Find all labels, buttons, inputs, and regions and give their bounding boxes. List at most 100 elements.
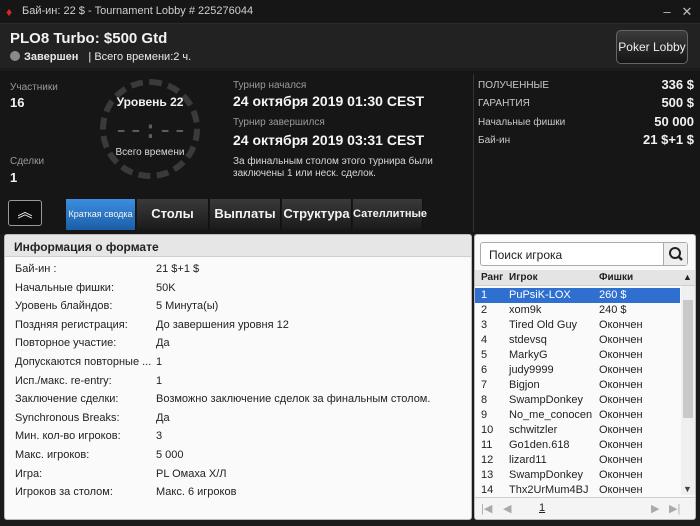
tab-structure[interactable]: Структура <box>282 199 352 230</box>
format-row-value: 3 <box>156 430 163 443</box>
stat-row-starting-chips: Начальные фишки 50 000 <box>478 114 694 132</box>
player-row[interactable]: 7 Bigjon Окончен <box>475 378 680 393</box>
player-chips: Окончен <box>599 379 643 391</box>
format-row-value: 1 <box>156 374 163 387</box>
player-name: MarkyG <box>509 349 548 361</box>
level-label: Уровень 22 <box>116 95 184 109</box>
format-row-label: Повторное участие: <box>15 337 117 350</box>
level-timer: --:-- <box>113 115 187 145</box>
tab-tables[interactable]: Столы <box>137 199 209 230</box>
player-name: schwitzler <box>509 424 558 436</box>
player-row[interactable]: 13 SwampDonkey Окончен <box>475 468 680 483</box>
player-name: Bigjon <box>509 379 540 391</box>
search-placeholder: Поиск игрока <box>489 248 563 262</box>
scroll-down-icon[interactable]: ▼ <box>683 484 692 494</box>
ended-value: 24 октября 2019 03:31 CEST <box>233 132 425 148</box>
close-icon[interactable]: ✕ <box>678 3 696 21</box>
tab-summary[interactable]: Краткая сводка <box>66 199 136 230</box>
title-bar: ♦ Бай-ин: 22 $ - Tournament Lobby # 2252… <box>0 0 700 24</box>
format-row-value: PL Омаха Х/Л <box>156 467 227 480</box>
format-row-value: Да <box>156 337 170 350</box>
player-chips: Окончен <box>599 334 643 346</box>
total-time-label: | Всего времени:2 ч. <box>88 51 192 63</box>
player-rank: 9 <box>481 409 488 421</box>
players-scrollbar-thumb[interactable] <box>683 300 693 418</box>
deal-note-line2: заключены 1 или неск. сделок. <box>233 168 376 179</box>
player-rank: 4 <box>481 334 488 346</box>
player-row[interactable]: 10 schwitzler Окончен <box>475 423 680 438</box>
player-rank: 11 <box>481 439 493 451</box>
player-row[interactable]: 11 Go1den.618 Окончен <box>475 438 680 453</box>
player-row[interactable]: 3 Tired Old Guy Окончен <box>475 318 680 333</box>
format-row-value: 21 $+1 $ <box>156 263 200 275</box>
player-chips: Окончен <box>599 454 643 466</box>
format-row: Заключение сделки: Возможно заключение сд… <box>5 390 471 408</box>
prev-page-icon[interactable]: ◀ <box>503 502 511 515</box>
deals-value: 1 <box>10 170 18 185</box>
format-row-label: Мин. кол-во игроков: <box>15 430 121 443</box>
player-row[interactable]: 6 judy9999 Окончен <box>475 363 680 378</box>
search-button[interactable] <box>663 243 687 265</box>
last-page-icon[interactable]: ▶| <box>669 502 680 515</box>
player-chips: 260 $ <box>599 289 627 301</box>
column-player[interactable]: Игрок <box>509 272 538 283</box>
player-name: stdevsq <box>509 334 547 346</box>
format-row: Начальные фишки: 50K <box>5 279 471 297</box>
tournament-header: PLO8 Turbo: $500 Gtd Завершен | Всего вре… <box>0 24 700 68</box>
page-number[interactable]: 1 <box>539 502 545 514</box>
player-name: judy9999 <box>509 364 554 376</box>
format-row: Допускаются повторные ... 1 <box>5 353 471 371</box>
ended-label: Турнир завершился <box>233 117 325 128</box>
column-chips[interactable]: Фишки <box>599 272 633 283</box>
player-chips: Окончен <box>599 484 643 496</box>
format-row-value: Возможно заключение сделок за финальным … <box>156 393 431 406</box>
chevron-up-icon: ︽ <box>17 204 33 221</box>
stat-value: 50 000 <box>654 114 694 129</box>
minimize-icon[interactable]: – <box>658 3 676 21</box>
status-label: Завершен <box>24 51 79 63</box>
stat-label: Бай-ин <box>478 135 511 146</box>
total-time-caption: Всего времени <box>115 147 185 158</box>
player-row[interactable]: 12 lizard11 Окончен <box>475 453 680 468</box>
player-name: xom9k <box>509 304 542 316</box>
first-page-icon[interactable]: |◀ <box>481 502 492 515</box>
window-title: Бай-ин: 22 $ - Tournament Lobby # 225276… <box>22 5 254 17</box>
player-rank: 12 <box>481 454 494 466</box>
player-name: SwampDonkey <box>509 469 583 481</box>
deal-note-line1: За финальным столом этого турнира были <box>233 156 433 167</box>
next-page-icon[interactable]: ▶ <box>651 502 659 515</box>
player-row[interactable]: 8 SwampDonkey Окончен <box>475 393 680 408</box>
stat-value: 21 $+1 $ <box>643 132 694 147</box>
format-row-value: 5 000 <box>156 449 184 461</box>
format-row: Игроков за столом: Макс. 6 игроков <box>5 483 471 501</box>
player-row[interactable]: 1 PuPsiK-LOX 260 $ <box>475 288 680 303</box>
player-chips: Окончен <box>599 319 643 331</box>
scroll-up-icon[interactable]: ▲ <box>683 272 692 282</box>
stat-row-guarantee: ГАРАНТИЯ 500 $ <box>478 95 694 113</box>
started-label: Турнир начался <box>233 80 307 91</box>
poker-lobby-button[interactable]: Poker Lobby <box>616 30 688 64</box>
stat-label: ГАРАНТИЯ <box>478 98 530 109</box>
player-row[interactable]: 2 xom9k 240 $ <box>475 303 680 318</box>
format-row: Макс. игроков: 5 000 <box>5 446 471 464</box>
player-row[interactable]: 4 stdevsq Окончен <box>475 333 680 348</box>
player-row[interactable]: 5 MarkyG Окончен <box>475 348 680 363</box>
format-row-label: Игра: <box>15 467 43 480</box>
tab-payouts[interactable]: Выплаты <box>210 199 281 230</box>
format-row: Уровень блайндов: 5 Минута(ы) <box>5 297 471 315</box>
player-search-input[interactable]: Поиск игрока <box>480 242 688 266</box>
collapse-button[interactable]: ︽ <box>8 200 42 226</box>
player-chips: Окончен <box>599 364 643 376</box>
format-row-value: До завершения уровня 12 <box>156 318 289 331</box>
column-rank[interactable]: Ранг <box>481 272 503 283</box>
format-row: Игра: PL Омаха Х/Л <box>5 465 471 483</box>
player-row[interactable]: 9 No_me_conocen Окончен <box>475 408 680 423</box>
format-row-value: 50K <box>156 281 176 294</box>
tab-satellites[interactable]: Сателлитные <box>353 199 427 230</box>
player-chips: Окончен <box>599 439 643 451</box>
format-row-value: Да <box>156 411 170 424</box>
player-name: Go1den.618 <box>509 439 570 451</box>
player-rank: 6 <box>481 364 488 376</box>
player-row[interactable]: 14 Thx2UrMum4BJ Окончен <box>475 483 680 498</box>
players-panel: Поиск игрока Ранг Игрок Фишки ▲ 1 PuPsiK-… <box>474 234 696 520</box>
